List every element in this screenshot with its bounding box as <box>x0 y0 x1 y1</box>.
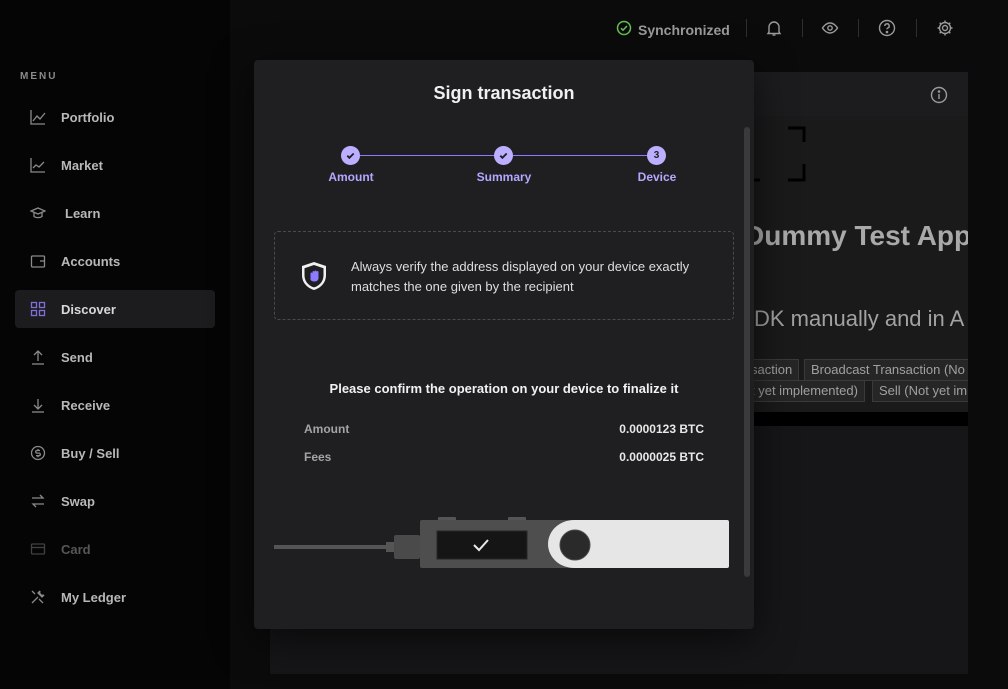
sidebar-item-my-ledger[interactable]: My Ledger <box>15 578 215 616</box>
menu-title: MENU <box>20 71 58 82</box>
arrow-down-icon <box>30 397 46 413</box>
sync-label: Synchronized <box>638 21 730 38</box>
sidebar: MENU Portfolio Market Learn Accounts Dis… <box>0 0 230 689</box>
sidebar-item-label: My Ledger <box>61 590 127 605</box>
sidebar-item-send[interactable]: Send <box>15 338 215 376</box>
step-label-amount: Amount <box>328 170 374 184</box>
settings-gear-icon[interactable] <box>936 19 954 37</box>
sidebar-item-accounts[interactable]: Accounts <box>15 242 215 280</box>
step-number: 3 <box>653 150 660 161</box>
amount-value: 0.0000123 BTC <box>619 422 704 436</box>
app-divider-bar <box>754 412 968 426</box>
sidebar-item-label: Accounts <box>61 254 121 269</box>
sidebar-item-label: Portfolio <box>61 110 115 125</box>
sidebar-item-discover[interactable]: Discover <box>15 290 215 328</box>
sidebar-item-receive[interactable]: Receive <box>15 386 215 424</box>
sidebar-item-label: Swap <box>61 494 95 509</box>
step-label-summary: Summary <box>476 170 532 184</box>
fees-label: Fees <box>304 450 332 464</box>
bell-icon[interactable] <box>765 19 783 37</box>
chart-line-icon <box>30 109 46 125</box>
help-icon[interactable] <box>878 19 896 37</box>
step-done-check-icon <box>341 146 360 165</box>
confirm-instruction: Please confirm the operation on your dev… <box>329 381 679 396</box>
modal-title: Sign transaction <box>433 83 575 103</box>
sidebar-item-label: Card <box>61 542 91 557</box>
warning-text: Always verify the address displayed on y… <box>351 259 690 294</box>
step-connector <box>360 155 504 156</box>
sidebar-nav: Portfolio Market Learn Accounts Discover <box>15 98 215 626</box>
app-button[interactable]: Broadcast Transaction (No <box>804 359 968 381</box>
divider <box>916 19 917 37</box>
amount-label: Amount <box>304 422 350 436</box>
sign-transaction-modal: Sign transaction Amount Summary 3 Device… <box>254 60 754 629</box>
info-icon[interactable] <box>930 86 948 104</box>
sidebar-item-label: Market <box>61 158 103 173</box>
sidebar-item-swap[interactable]: Swap <box>15 482 215 520</box>
wallet-icon <box>30 253 46 269</box>
top-bar: Synchronized <box>230 0 1008 58</box>
divider <box>746 19 747 37</box>
swap-arrows-icon <box>30 493 46 509</box>
sidebar-item-card: Card <box>15 530 215 568</box>
eye-icon[interactable] <box>821 19 839 37</box>
sidebar-item-label: Discover <box>61 302 116 317</box>
sidebar-item-market[interactable]: Market <box>15 146 215 184</box>
graduation-cap-icon <box>30 205 46 221</box>
app-button[interactable]: t yet implemented) <box>744 380 865 402</box>
sidebar-item-label: Send <box>61 350 93 365</box>
stepper: Amount Summary 3 Device <box>254 145 754 195</box>
shield-hand-icon <box>299 260 329 292</box>
sidebar-item-buy-sell[interactable]: Buy / Sell <box>15 434 215 472</box>
divider <box>802 19 803 37</box>
verify-address-warning: Always verify the address displayed on y… <box>274 231 734 320</box>
app-subtitle: DK manually and in A <box>754 306 965 331</box>
check-circle-icon <box>616 20 632 39</box>
app-title: Dummy Test App <box>744 220 968 251</box>
market-chart-icon <box>30 157 46 173</box>
tools-icon <box>30 589 46 605</box>
fees-value: 0.0000025 BTC <box>619 450 704 464</box>
sidebar-item-learn[interactable]: Learn <box>15 194 215 232</box>
step-label-device: Device <box>637 170 677 184</box>
sync-status[interactable]: Synchronized <box>616 20 730 39</box>
step-current-indicator: 3 <box>647 146 666 165</box>
sidebar-item-portfolio[interactable]: Portfolio <box>15 98 215 136</box>
sidebar-item-label: Receive <box>61 398 111 413</box>
divider <box>858 19 859 37</box>
sidebar-item-label: Buy / Sell <box>61 446 120 461</box>
dollar-circle-icon <box>30 445 46 461</box>
step-done-check-icon <box>494 146 513 165</box>
ledger-device-illustration <box>274 516 730 578</box>
app-button[interactable]: Sell (Not yet im <box>872 380 968 402</box>
card-icon <box>30 541 46 557</box>
arrow-up-icon <box>30 349 46 365</box>
grid-icon <box>30 301 46 317</box>
sidebar-item-label: Learn <box>65 206 101 221</box>
step-connector <box>513 155 656 156</box>
